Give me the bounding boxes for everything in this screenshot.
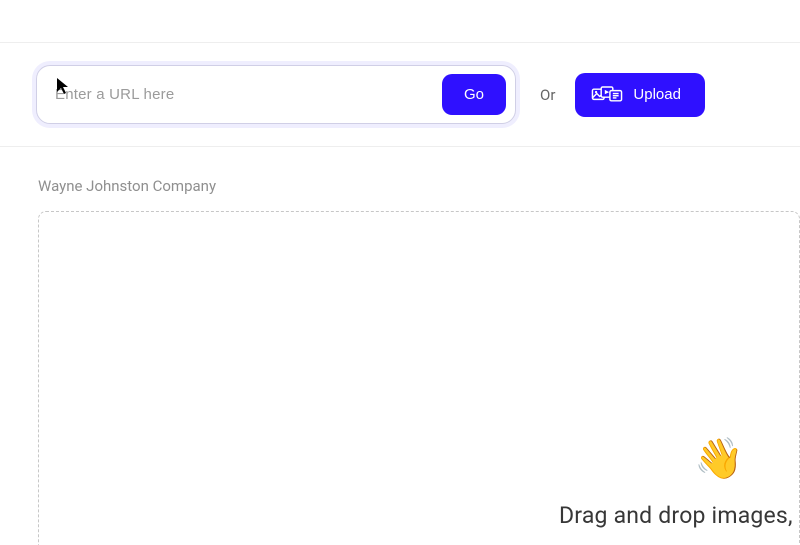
- top-bar: [0, 0, 800, 43]
- url-bar-row: Go Or Upload: [0, 43, 800, 147]
- wave-hand-icon: 👋: [694, 435, 744, 482]
- upload-button[interactable]: Upload: [575, 73, 705, 117]
- go-button[interactable]: Go: [442, 74, 506, 115]
- url-input[interactable]: [55, 86, 442, 103]
- dropzone[interactable]: 👋 Drag and drop images, videos: [38, 211, 800, 545]
- url-input-wrapper[interactable]: Go: [36, 65, 516, 124]
- dropzone-instruction: Drag and drop images, videos: [559, 502, 800, 529]
- dropzone-wrap: 👋 Drag and drop images, videos: [0, 211, 800, 545]
- company-name: Wayne Johnston Company: [0, 147, 800, 211]
- upload-media-icon: [591, 84, 623, 106]
- upload-button-label: Upload: [633, 86, 681, 103]
- or-label: Or: [540, 86, 555, 104]
